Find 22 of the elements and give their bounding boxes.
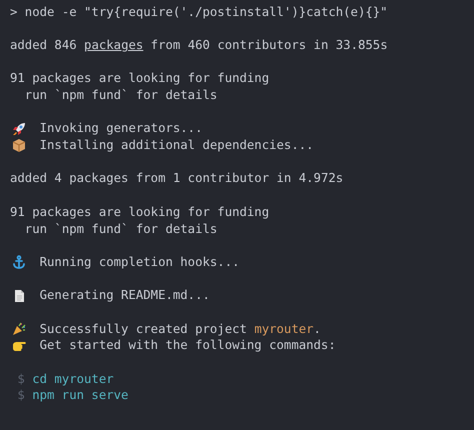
output-line: added 846 packages from 460 contributors in 33.855s: [10, 36, 388, 54]
document-icon: [12, 288, 26, 303]
rocket-icon: [12, 122, 26, 136]
output-line: Generating README.md...: [40, 287, 210, 304]
output-line: Successfully created project myrouter.: [40, 320, 321, 338]
output-line: 91 packages are looking for funding: [10, 70, 270, 88]
command-text: npm run serve: [32, 387, 128, 404]
output-line: Invoking generators...: [40, 120, 202, 138]
prompt-symbol: $: [16, 370, 26, 388]
output-line: run `npm fund` for details: [24, 87, 218, 104]
output-line: 91 packages are looking for funding: [10, 204, 270, 221]
party-popper-icon: [12, 322, 26, 336]
output-line: added 4 packages from 1 contributor in 4.972s: [10, 170, 344, 188]
anchor-icon: [12, 255, 26, 270]
package-icon: [12, 138, 26, 152]
prompt-symbol: $: [16, 387, 26, 404]
output-line: Get started with the following commands:: [40, 337, 336, 354]
command-text: cd myrouter: [32, 370, 114, 388]
output-line: run `npm fund` for details: [24, 220, 218, 238]
output-line: Installing additional dependencies...: [40, 137, 314, 154]
output-line: Running completion hooks...: [40, 254, 240, 271]
output-line: > node -e "try{require('./postinstall')}catch(e){}": [10, 4, 388, 20]
